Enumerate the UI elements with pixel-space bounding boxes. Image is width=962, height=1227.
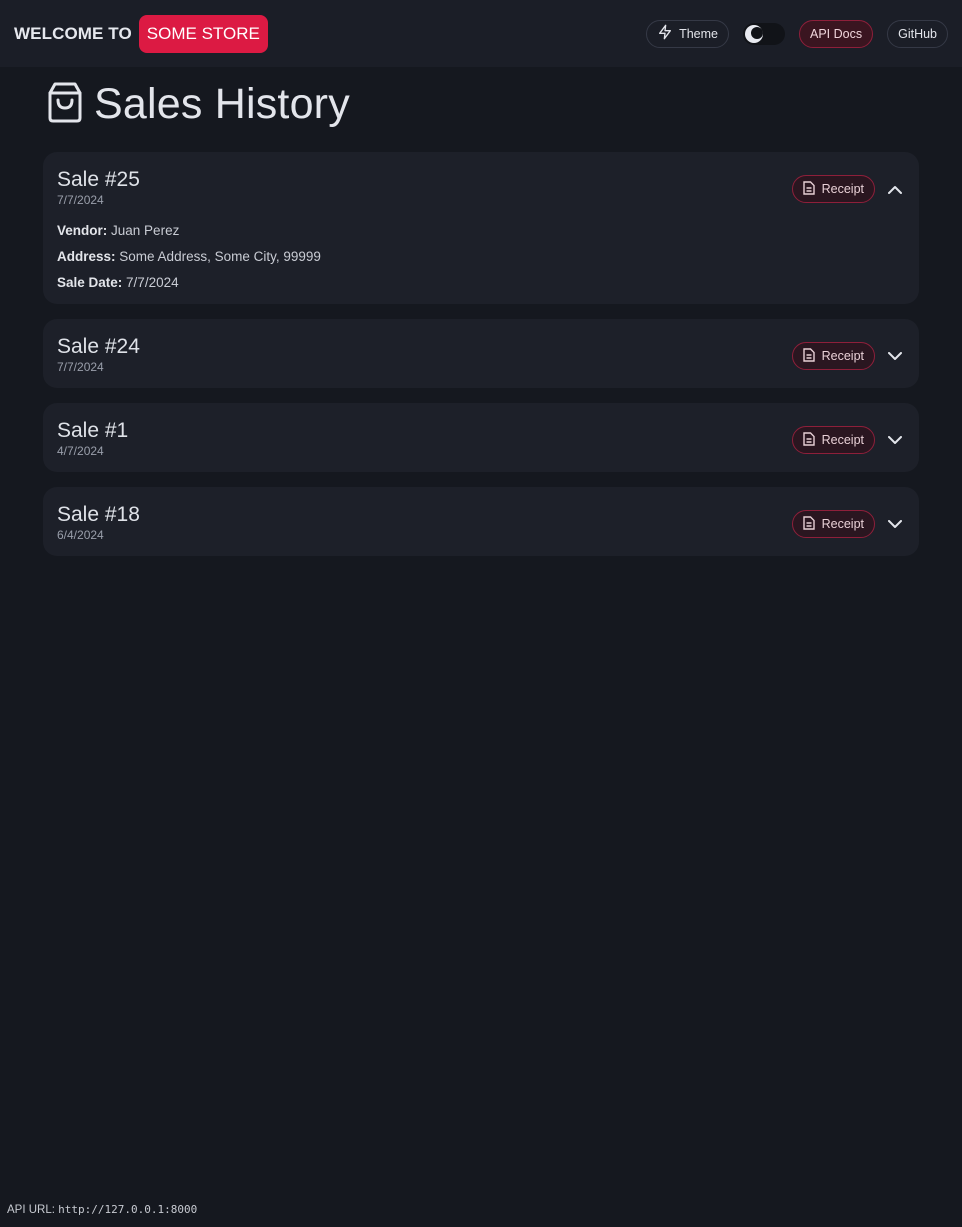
receipt-button[interactable]: Receipt bbox=[791, 175, 875, 203]
header-nav: Theme API Docs GitHub bbox=[646, 19, 948, 48]
github-label: GitHub bbox=[898, 26, 937, 41]
receipt-button[interactable]: Receipt bbox=[791, 510, 875, 538]
theme-button-label: Theme bbox=[679, 26, 718, 41]
dark-mode-toggle[interactable] bbox=[742, 22, 785, 45]
receipt-button-label: Receipt bbox=[821, 517, 864, 531]
api-docs-label: API Docs bbox=[809, 26, 863, 41]
brand[interactable]: WELCOME TO SOME STORE bbox=[14, 14, 268, 53]
chevron-down-icon[interactable] bbox=[885, 430, 905, 450]
sale-date-label: Sale Date: bbox=[57, 275, 123, 290]
api-url-value: http://127.0.0.1:8000 bbox=[58, 1203, 198, 1216]
github-button[interactable]: GitHub bbox=[887, 19, 948, 48]
vendor-row: Vendor: Juan Perez bbox=[57, 223, 905, 238]
api-docs-button[interactable]: API Docs bbox=[798, 19, 874, 48]
vendor-value: Juan Perez bbox=[111, 223, 180, 238]
document-icon bbox=[802, 180, 815, 198]
theme-button[interactable]: Theme bbox=[646, 19, 729, 48]
receipt-button-label: Receipt bbox=[821, 182, 864, 196]
receipt-button[interactable]: Receipt bbox=[791, 426, 875, 454]
sale-title: Sale #18 bbox=[57, 503, 140, 526]
address-row: Address: Some Address, Some City, 99999 bbox=[57, 249, 905, 264]
top-bar: WELCOME TO SOME STORE Theme API Docs Git… bbox=[0, 0, 962, 67]
sale-date-value: 7/7/2024 bbox=[126, 275, 179, 290]
page-title: Sales History bbox=[94, 80, 350, 128]
sale-date: 7/7/2024 bbox=[57, 193, 104, 207]
page-heading: Sales History bbox=[46, 80, 350, 129]
sales-list: Sale #25 7/7/2024 Receipt Vendor: Juan P… bbox=[43, 152, 919, 556]
brand-prefix: WELCOME TO bbox=[14, 23, 132, 43]
chevron-down-icon[interactable] bbox=[885, 346, 905, 366]
api-url-footer: API URL: http://127.0.0.1:8000 bbox=[7, 1203, 197, 1216]
sale-date: 6/4/2024 bbox=[57, 528, 104, 542]
sale-date-row: Sale Date: 7/7/2024 bbox=[57, 275, 905, 290]
receipt-button-label: Receipt bbox=[821, 349, 864, 363]
document-icon bbox=[802, 515, 815, 533]
brand-name-badge: SOME STORE bbox=[138, 14, 268, 53]
chevron-up-icon[interactable] bbox=[885, 179, 905, 199]
sale-date: 4/7/2024 bbox=[57, 444, 104, 458]
sale-title: Sale #25 bbox=[57, 168, 140, 191]
address-value: Some Address, Some City, 99999 bbox=[119, 249, 321, 264]
sale-card[interactable]: Sale #1 4/7/2024 Receipt bbox=[43, 403, 919, 472]
sale-card[interactable]: Sale #18 6/4/2024 Receipt bbox=[43, 487, 919, 556]
chevron-down-icon[interactable] bbox=[885, 514, 905, 534]
shopping-bag-icon bbox=[46, 81, 84, 128]
vendor-label: Vendor: bbox=[57, 223, 108, 238]
sale-card[interactable]: Sale #25 7/7/2024 Receipt Vendor: Juan P… bbox=[43, 152, 919, 304]
document-icon bbox=[802, 431, 815, 449]
api-url-label: API URL: bbox=[7, 1204, 55, 1216]
moon-icon bbox=[744, 24, 763, 43]
sale-title: Sale #1 bbox=[57, 419, 129, 442]
receipt-button-label: Receipt bbox=[821, 433, 864, 447]
sale-date: 7/7/2024 bbox=[57, 360, 104, 374]
sale-card[interactable]: Sale #24 7/7/2024 Receipt bbox=[43, 319, 919, 388]
sale-title: Sale #24 bbox=[57, 335, 140, 358]
document-icon bbox=[802, 347, 815, 365]
lightning-icon bbox=[657, 24, 673, 43]
address-label: Address: bbox=[57, 249, 116, 264]
receipt-button[interactable]: Receipt bbox=[791, 342, 875, 370]
sale-details: Vendor: Juan Perez Address: Some Address… bbox=[57, 223, 905, 290]
